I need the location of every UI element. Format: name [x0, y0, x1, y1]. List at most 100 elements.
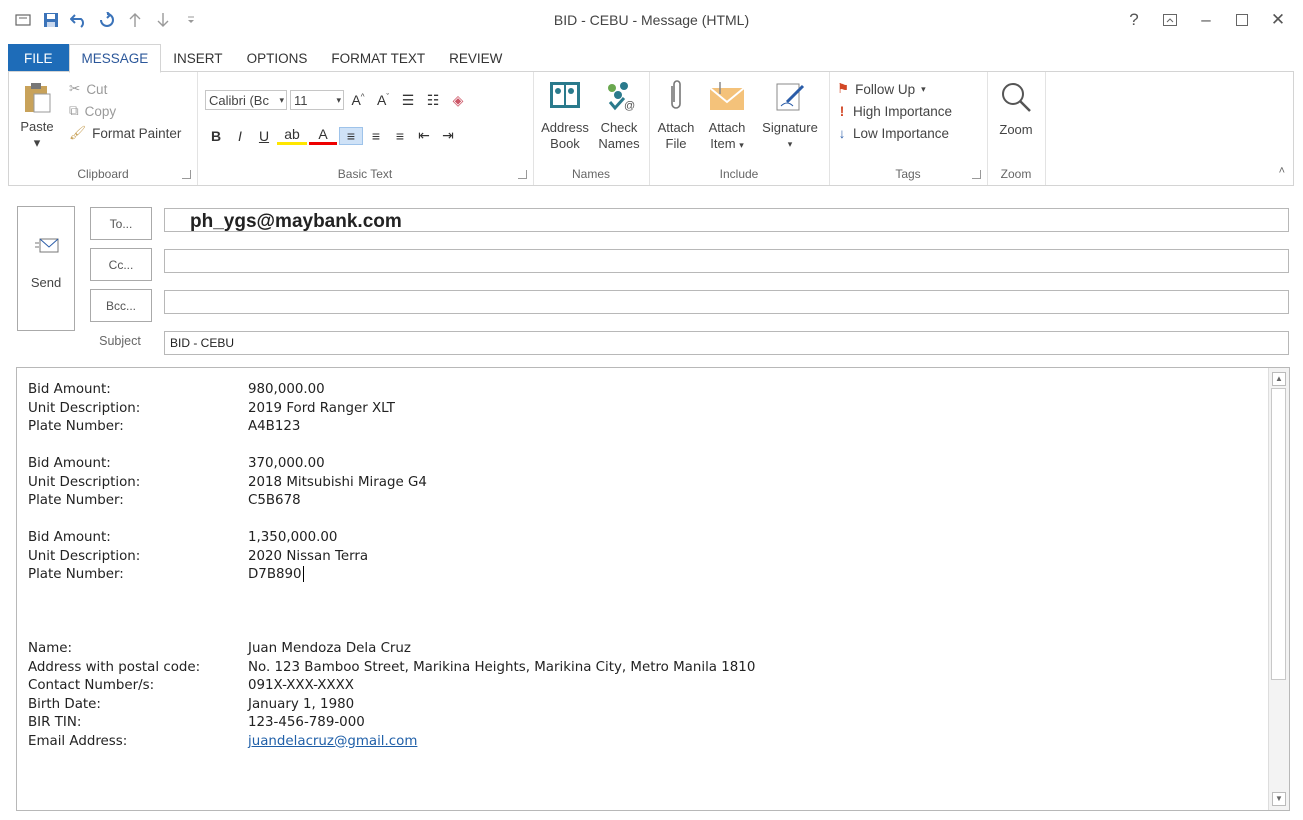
underline-icon[interactable]: U: [253, 128, 275, 144]
increase-indent-icon[interactable]: ⇥: [437, 127, 459, 144]
paintbrush-icon: 🖌: [69, 125, 87, 140]
tab-message[interactable]: MESSAGE: [68, 44, 162, 73]
decrease-indent-icon[interactable]: ⇤: [413, 127, 435, 144]
basic-text-group: Calibri (Bc ▾ 11 ▾ A^ Aˇ ☰ ☷ ◈ B I U ab A …: [197, 72, 534, 185]
copy-button[interactable]: ⧉ Copy: [69, 100, 181, 122]
paste-button[interactable]: Paste ▾: [17, 80, 57, 151]
scrollbar-thumb[interactable]: [1271, 388, 1286, 680]
numbering-icon[interactable]: ☷: [422, 92, 444, 109]
cc-button[interactable]: Cc...: [90, 248, 152, 281]
chevron-down-icon: ▾: [739, 140, 744, 150]
close-icon[interactable]: ✕: [1263, 6, 1293, 34]
ribbon: Paste ▾ ✂ Cut ⧉ Copy 🖌 Format Painter Cl…: [8, 71, 1294, 186]
cut-button[interactable]: ✂ Cut: [69, 78, 181, 100]
scissors-icon: ✂: [69, 81, 81, 96]
dialog-launcher-icon[interactable]: [182, 170, 191, 179]
tags-label: Tags: [895, 167, 921, 181]
bcc-button[interactable]: Bcc...: [90, 289, 152, 322]
ribbon-display-options-icon[interactable]: [1155, 6, 1185, 34]
bold-icon[interactable]: B: [205, 128, 227, 144]
dialog-launcher-icon[interactable]: [518, 170, 527, 179]
attach-item-button[interactable]: Attach Item ▾: [701, 80, 753, 153]
body-line: Email Address: juandelacruz@gmail.com: [28, 733, 755, 752]
tab-format-text[interactable]: FORMAT TEXT: [319, 44, 437, 72]
align-left-icon[interactable]: ≡: [339, 126, 363, 145]
cc-field[interactable]: [164, 249, 1289, 273]
grow-font-icon[interactable]: A^: [347, 92, 369, 108]
dialog-launcher-icon[interactable]: [972, 170, 981, 179]
email-link[interactable]: juandelacruz@gmail.com: [248, 733, 417, 752]
to-button[interactable]: To...: [90, 207, 152, 240]
vertical-scrollbar[interactable]: ▲ ▼: [1268, 368, 1289, 810]
body-line: Bid Amount: 1,350,000.00: [28, 530, 338, 545]
bullets-icon[interactable]: ☰: [397, 92, 419, 109]
font-color-icon[interactable]: A: [309, 126, 337, 145]
include-label: Include: [719, 167, 759, 181]
flag-icon: ⚑: [837, 81, 850, 96]
body-line: Plate Number: C5B678: [28, 493, 301, 508]
subject-field[interactable]: BID - CEBU: [164, 331, 1289, 355]
italic-icon[interactable]: I: [229, 128, 251, 144]
high-importance-button[interactable]: ! High Importance: [837, 100, 952, 122]
window-title: BID - CEBU - Message (HTML): [553, 12, 750, 28]
names-label: Names: [571, 167, 610, 181]
paste-icon: [25, 83, 51, 113]
address-book-button[interactable]: Address Book: [537, 80, 593, 152]
tab-review[interactable]: REVIEW: [437, 44, 514, 72]
svg-text:@: @: [624, 100, 635, 112]
title-bar: BID - CEBU - Message (HTML) ? – ✕: [0, 0, 1303, 40]
paperclip-icon: [671, 80, 681, 109]
address-book-icon: [550, 82, 580, 108]
body-line: Name: Juan Mendoza Dela Cruz: [28, 641, 411, 656]
copy-icon: ⧉: [69, 103, 79, 118]
body-line: BIR TIN: 123-456-789-000: [28, 715, 365, 730]
check-names-icon: @: [608, 82, 635, 112]
exclamation-icon: !: [839, 103, 845, 119]
scroll-down-icon[interactable]: ▼: [1272, 792, 1286, 806]
shrink-font-icon[interactable]: Aˇ: [372, 92, 394, 108]
tab-file[interactable]: FILE: [8, 44, 69, 72]
paste-dropdown-icon[interactable]: ▾: [17, 135, 57, 151]
attach-file-button[interactable]: Attach File: [651, 80, 701, 152]
signature-button[interactable]: Signature ▾: [755, 80, 825, 152]
tab-options[interactable]: OPTIONS: [235, 44, 320, 72]
align-right-icon[interactable]: ≡: [389, 128, 411, 144]
send-button[interactable]: Send: [17, 206, 75, 331]
body-line: Plate Number: D7B890: [28, 566, 304, 582]
scroll-up-icon[interactable]: ▲: [1272, 372, 1286, 386]
zoom-label: Zoom: [1000, 167, 1032, 181]
body-line: Birth Date: January 1, 1980: [28, 696, 355, 712]
format-painter-button[interactable]: 🖌 Format Painter: [69, 122, 181, 144]
body-line: Plate Number: A4B123: [28, 419, 301, 434]
envelope-icon: [709, 82, 745, 110]
bcc-field[interactable]: [164, 290, 1289, 314]
body-line: Contact Number/s: 091X-XXX-XXXX: [28, 678, 354, 693]
font-name-combo[interactable]: Calibri (Bc ▾: [205, 90, 287, 110]
names-group: Address Book @ Check Names Names: [533, 72, 650, 185]
collapse-ribbon-icon[interactable]: ˄: [1279, 165, 1285, 177]
down-arrow-icon: ↓: [838, 125, 846, 141]
check-names-button[interactable]: @ Check Names: [593, 80, 645, 152]
align-center-icon[interactable]: ≡: [365, 128, 387, 144]
maximize-icon[interactable]: [1227, 6, 1257, 34]
text-caret: [302, 566, 304, 582]
help-icon[interactable]: ?: [1119, 6, 1149, 34]
to-recipient: ph_ygs@maybank.com: [190, 211, 402, 232]
clipboard-label: Clipboard: [77, 167, 129, 181]
ribbon-tabs: FILE MESSAGE INSERT OPTIONS FORMAT TEXT …: [0, 44, 1303, 73]
zoom-button[interactable]: Zoom: [991, 80, 1041, 138]
minimize-icon[interactable]: –: [1191, 6, 1221, 34]
low-importance-button[interactable]: ↓ Low Importance: [837, 122, 952, 144]
chevron-down-icon: ▾: [279, 94, 284, 105]
tab-insert[interactable]: INSERT: [161, 44, 234, 72]
message-body[interactable]: Bid Amount: 980,000.00 Unit Description: 2…: [16, 367, 1290, 811]
follow-up-button[interactable]: ⚑ Follow Up ▾: [837, 78, 952, 100]
body-line: Unit Description: 2020 Nissan Terra: [28, 548, 369, 564]
chevron-down-icon: ▾: [921, 83, 926, 94]
window-controls: ? – ✕: [1119, 6, 1293, 34]
body-line: Unit Description: 2018 Mitsubishi Mirage …: [28, 474, 427, 490]
body-line: Unit Description: 2019 Ford Ranger XLT: [28, 400, 395, 416]
font-size-combo[interactable]: 11 ▾: [290, 90, 344, 110]
highlight-icon[interactable]: ab: [277, 126, 307, 145]
clear-formatting-icon[interactable]: ◈: [447, 92, 469, 109]
